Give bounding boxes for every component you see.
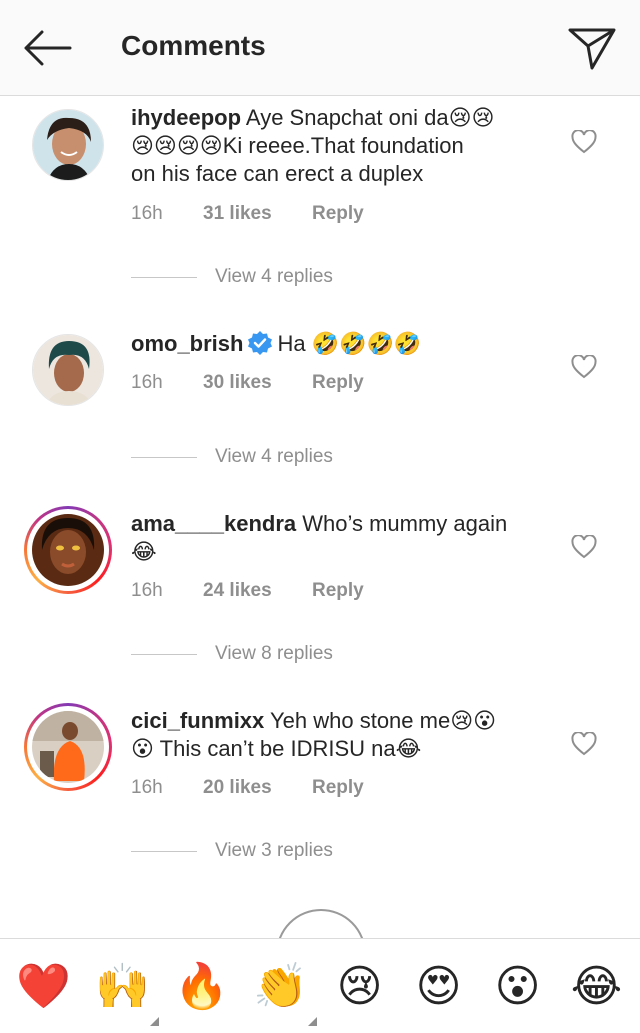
comment-likes[interactable]: 30 likes — [203, 372, 312, 394]
fire-icon: 🔥 — [174, 961, 229, 1012]
avatar-story-ring[interactable] — [24, 506, 112, 594]
comment-body-line: 😮 This can’t be IDRISU na😂 — [131, 736, 422, 761]
view-replies-button[interactable]: View 4 replies — [131, 266, 333, 288]
avatar-story-ring[interactable] — [24, 703, 112, 791]
heart-icon[interactable] — [571, 535, 597, 559]
comment-username[interactable]: ihydeepop — [131, 105, 241, 130]
skin-tone-indicator — [149, 1017, 159, 1026]
comment-username[interactable]: cici_funmixx — [131, 708, 264, 733]
direct-share-button[interactable] — [566, 24, 618, 72]
view-replies-button[interactable]: View 4 replies — [131, 446, 333, 468]
crying-emoji-button[interactable]: 😢 — [330, 956, 390, 1016]
avatar — [32, 514, 104, 586]
surprised-emoji-button[interactable]: 😮 — [488, 956, 548, 1016]
comment-username[interactable]: ama____kendra — [131, 511, 296, 536]
divider — [131, 850, 197, 852]
reply-button[interactable]: Reply — [312, 372, 364, 394]
comment-likes[interactable]: 20 likes — [203, 777, 312, 799]
heart-icon[interactable] — [571, 130, 597, 154]
page-title: Comments — [121, 30, 266, 61]
avatar — [32, 711, 104, 783]
heart-emoji-button[interactable]: ❤️ — [14, 956, 74, 1016]
comment-meta: 16h 31 likes Reply — [131, 203, 364, 225]
view-replies-button[interactable]: View 8 replies — [131, 643, 333, 665]
reply-button[interactable]: Reply — [312, 580, 364, 602]
comment-likes[interactable]: 24 likes — [203, 580, 312, 602]
comment-body-line: Who’s mummy again — [302, 511, 508, 536]
divider — [131, 456, 197, 458]
comment-likes[interactable]: 31 likes — [203, 203, 312, 225]
comment-meta: 16h 24 likes Reply — [131, 580, 364, 602]
comment-body-line: Aye Snapchat oni da😢😢 — [245, 105, 495, 130]
arrow-left-icon — [24, 30, 72, 66]
comment-text: ihydeepop Aye Snapchat oni da😢😢 😢😢😢😢Ki r… — [131, 104, 531, 188]
divider — [131, 276, 197, 278]
view-replies-button[interactable]: View 3 replies — [131, 840, 333, 862]
comment-username[interactable]: omo_brish — [131, 331, 243, 356]
comment-meta: 16h 30 likes Reply — [131, 372, 364, 394]
comment-body: Ha 🤣🤣🤣🤣 — [277, 331, 422, 356]
comment-time: 16h — [131, 777, 163, 798]
skin-tone-indicator — [307, 1017, 317, 1026]
red-heart-icon: ❤️ — [16, 961, 71, 1012]
comment-time: 16h — [131, 580, 163, 601]
heart-eyes-emoji-button[interactable]: 😍 — [409, 956, 469, 1016]
paper-plane-icon — [568, 28, 616, 70]
comment-meta: 16h 20 likes Reply — [131, 777, 364, 799]
comment-time: 16h — [131, 203, 163, 224]
heart-icon[interactable] — [571, 732, 597, 756]
comment-text: omo_brish Ha 🤣🤣🤣🤣 — [131, 330, 531, 358]
clapping-hands-icon: 👏 — [253, 961, 308, 1012]
comment-body-line: 😂 — [131, 539, 157, 564]
view-replies-label: View 8 replies — [215, 643, 333, 664]
raising-hands-icon: 🙌 — [95, 961, 150, 1012]
divider — [131, 653, 197, 655]
emoji-reaction-bar: ❤️ 🙌 🔥 👏 😢 😍 😮 😂 — [0, 938, 640, 1033]
surprised-face-icon: 😮 — [494, 960, 541, 1012]
crying-face-icon: 😢 — [336, 960, 383, 1012]
back-button[interactable] — [20, 26, 74, 70]
avatar[interactable] — [32, 334, 104, 406]
comment-text: ama____kendra Who’s mummy again 😂 — [131, 510, 531, 566]
view-replies-label: View 4 replies — [215, 446, 333, 467]
raising-hands-emoji-button[interactable]: 🙌 — [93, 956, 159, 1026]
reply-button[interactable]: Reply — [312, 777, 364, 799]
tears-of-joy-icon: 😂 — [570, 960, 623, 1012]
comment-body-line: on his face can erect a duplex — [131, 161, 424, 186]
fire-emoji-button[interactable]: 🔥 — [172, 956, 232, 1016]
comment-body-line: 😢😢😢😢Ki reeee.That foundation — [131, 133, 464, 158]
view-replies-label: View 3 replies — [215, 840, 333, 861]
header-bar: Comments — [0, 0, 640, 96]
comment-body-line: Yeh who stone me😢😮 — [270, 708, 497, 733]
comment-time: 16h — [131, 372, 163, 393]
heart-icon[interactable] — [571, 355, 597, 379]
clapping-emoji-button[interactable]: 👏 — [251, 956, 317, 1026]
laughing-emoji-button[interactable]: 😂 — [567, 956, 627, 1016]
heart-eyes-icon: 😍 — [415, 960, 462, 1012]
comment-text: cici_funmixx Yeh who stone me😢😮 😮 This c… — [131, 707, 531, 763]
view-replies-label: View 4 replies — [215, 266, 333, 287]
reply-button[interactable]: Reply — [312, 203, 364, 225]
verified-badge-icon — [248, 331, 273, 355]
avatar[interactable] — [32, 109, 104, 181]
